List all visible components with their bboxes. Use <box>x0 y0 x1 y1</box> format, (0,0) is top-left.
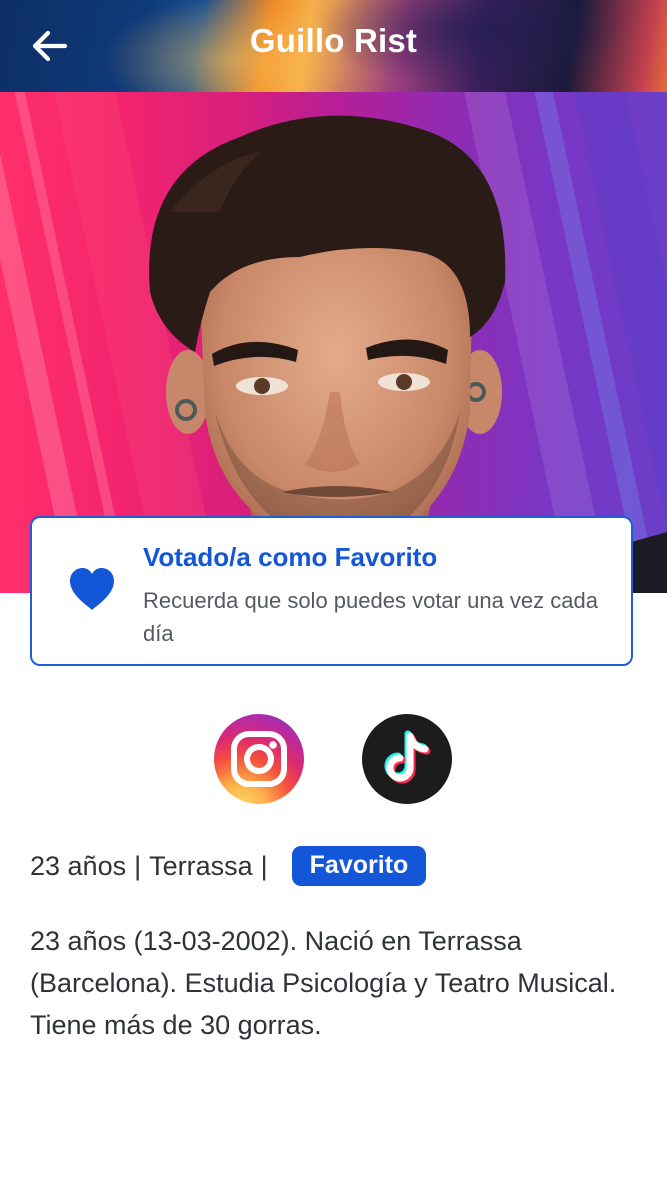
contestant-info-line: 23 años | Terrassa | Favorito <box>30 846 427 886</box>
instagram-icon <box>231 731 287 787</box>
app-header: Guillo Rist <box>0 0 667 92</box>
contestant-bio: 23 años (13-03-2002). Nació en Terrassa … <box>30 926 617 1040</box>
instagram-button[interactable] <box>214 714 304 804</box>
separator: | <box>134 850 142 881</box>
favorite-badge: Favorito <box>291 846 427 886</box>
vote-status-title: Votado/a como Favorito <box>143 542 438 572</box>
tiktok-button[interactable] <box>362 714 452 804</box>
page-title: Guillo Rist <box>249 22 418 59</box>
vote-status-card: Votado/a como Favorito Recuerda que solo… <box>30 516 633 666</box>
age-text: 23 años <box>30 850 127 881</box>
contestant-profile-screen: Guillo Rist Votado/a como Favorito Recue… <box>0 0 667 1200</box>
vote-status-subtitle: Recuerda que solo puedes votar una vez c… <box>143 588 598 646</box>
heart-icon <box>70 568 114 610</box>
separator: | <box>260 850 268 881</box>
tiktok-icon <box>384 730 431 784</box>
city-text: Terrassa <box>149 850 253 881</box>
